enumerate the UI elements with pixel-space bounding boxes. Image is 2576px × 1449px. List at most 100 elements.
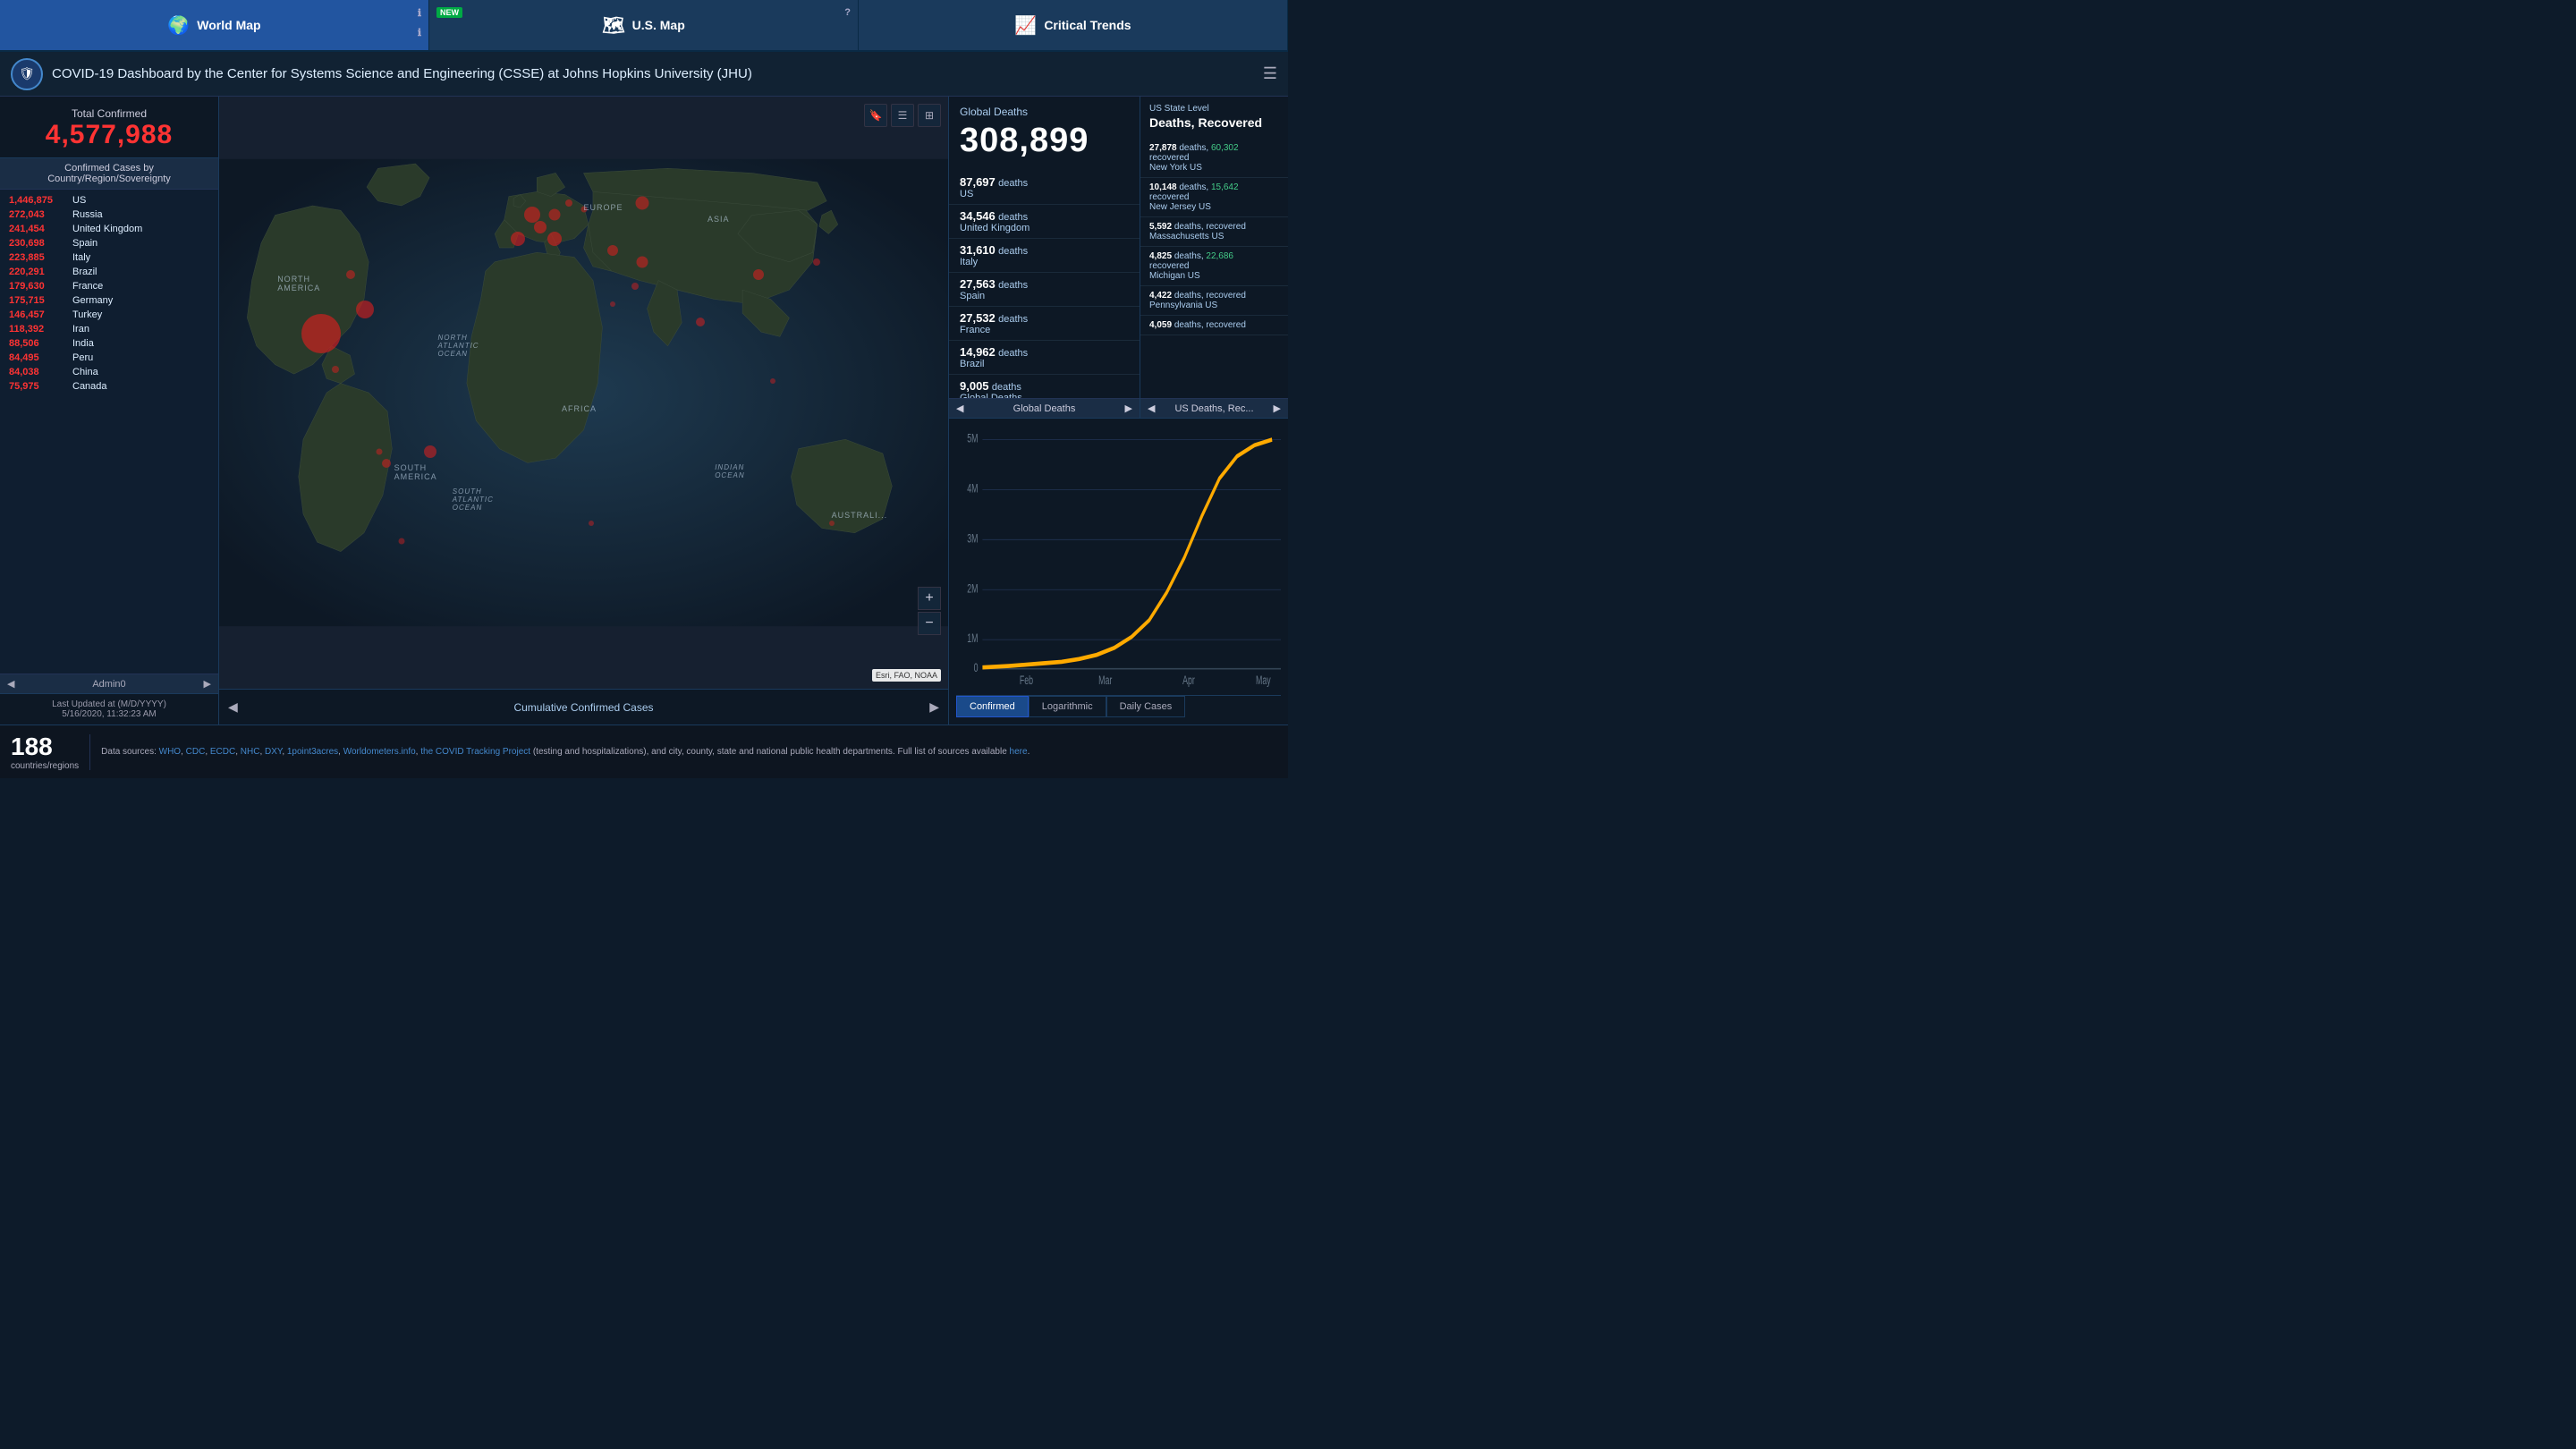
list-item[interactable]: 14,962 deaths Brazil (949, 341, 1140, 375)
country-num: 1,446,875 (9, 195, 67, 206)
state-name: Massachusetts US (1149, 232, 1279, 242)
top-nav: 🌍 World Map ℹ ℹ NEW 🗺 U.S. Map ? 📈 Criti… (0, 0, 1288, 52)
country-num: 88,506 (9, 338, 67, 349)
country-list: 1,446,875 US 272,043 Russia 241,454 Unit… (0, 190, 218, 674)
list-item[interactable]: 75,975 Canada (0, 379, 218, 394)
svg-text:Feb: Feb (1020, 674, 1033, 688)
list-item[interactable]: 9,005 deaths Global Deaths (949, 375, 1140, 398)
state-deaths: 4,059 (1149, 320, 1172, 330)
map-prev-arrow[interactable]: ◀ (228, 699, 238, 715)
esri-credit: Esri, FAO, NOAA (872, 669, 941, 682)
zoom-out-button[interactable]: − (918, 612, 941, 635)
chart-tab-logarithmic[interactable]: Logarithmic (1029, 696, 1106, 717)
death-label: deaths (998, 280, 1028, 291)
country-num: 223,885 (9, 252, 67, 263)
hamburger-menu[interactable]: ☰ (1263, 64, 1277, 83)
chart-tab-logarithmic-label: Logarithmic (1042, 701, 1093, 712)
info-icon-3[interactable]: ? (844, 7, 851, 18)
nav-tab-world-map[interactable]: 🌍 World Map ℹ ℹ (0, 0, 429, 50)
main-layout: Total Confirmed 4,577,988 Confirmed Case… (0, 97, 1288, 724)
info-icon-2[interactable]: ℹ (418, 27, 421, 38)
list-item[interactable]: 87,697 deaths US (949, 171, 1140, 205)
svg-text:1M: 1M (967, 631, 978, 646)
death-label: deaths (998, 348, 1028, 359)
nav-tab-us-map[interactable]: NEW 🗺 U.S. Map ? (429, 0, 859, 50)
cdc-link[interactable]: CDC (186, 747, 206, 757)
grid-tool[interactable]: ⊞ (918, 104, 941, 127)
worldometers-link[interactable]: Worldometers.info (343, 747, 416, 757)
list-tool[interactable]: ☰ (891, 104, 914, 127)
list-item[interactable]: 230,698 Spain (0, 236, 218, 250)
list-item[interactable]: 5,592 deaths, recovered Massachusetts US (1140, 217, 1288, 247)
who-link[interactable]: WHO (159, 747, 181, 757)
footer-divider (89, 734, 90, 770)
list-item[interactable]: 88,506 India (0, 336, 218, 351)
country-num: 75,975 (9, 381, 67, 392)
state-recovered-label: recovered (1149, 153, 1279, 163)
ecdc-link[interactable]: ECDC (210, 747, 235, 757)
footer-bar: 188 countries/regions Data sources: WHO,… (0, 724, 1288, 778)
list-item[interactable]: 4,059 deaths, recovered (1140, 316, 1288, 335)
info-icon-1[interactable]: ℹ (418, 7, 421, 19)
list-item[interactable]: 223,885 Italy (0, 250, 218, 265)
bookmark-tool[interactable]: 🔖 (864, 104, 887, 127)
countries-header: Confirmed Cases byCountry/Region/Soverei… (0, 158, 218, 190)
us-state-prev[interactable]: ◀ (1148, 402, 1155, 414)
map-next-arrow[interactable]: ▶ (929, 699, 939, 715)
list-item[interactable]: 27,563 deaths Spain (949, 273, 1140, 307)
list-item[interactable]: 84,495 Peru (0, 351, 218, 365)
dxy-link[interactable]: DXY (265, 747, 282, 757)
map-toolbar: 🔖 ☰ ⊞ (864, 104, 941, 127)
country-name: US (72, 195, 86, 206)
nhc-link[interactable]: NHC (241, 747, 260, 757)
country-name: China (72, 367, 98, 377)
list-item[interactable]: 1,446,875 US (0, 193, 218, 208)
left-top: Total Confirmed 4,577,988 (0, 97, 218, 158)
list-item[interactable]: 179,630 France (0, 279, 218, 293)
list-item[interactable]: 175,715 Germany (0, 293, 218, 308)
admin-prev-arrow[interactable]: ◀ (7, 678, 14, 690)
list-item[interactable]: 10,148 deaths, 15,642 recovered New Jers… (1140, 178, 1288, 217)
list-item[interactable]: 34,546 deaths United Kingdom (949, 205, 1140, 239)
map-bottom-bar: ◀ Cumulative Confirmed Cases ▶ (219, 689, 948, 724)
chart-tab-daily-cases[interactable]: Daily Cases (1106, 696, 1186, 717)
list-item[interactable]: 241,454 United Kingdom (0, 222, 218, 236)
state-label: deaths, (1174, 291, 1207, 301)
country-num: 84,038 (9, 367, 67, 377)
list-item[interactable]: 220,291 Brazil (0, 265, 218, 279)
us-state-next[interactable]: ▶ (1274, 402, 1281, 414)
state-recovered-label: recovered (1149, 192, 1279, 202)
list-item[interactable]: 27,532 deaths France (949, 307, 1140, 341)
death-label: deaths (992, 382, 1021, 393)
covid-tracking-link[interactable]: the COVID Tracking Project (420, 747, 530, 757)
deaths-list: 87,697 deaths US 34,546 deaths United Ki… (949, 167, 1140, 398)
admin-next-arrow[interactable]: ▶ (204, 678, 211, 690)
list-item[interactable]: 84,038 China (0, 365, 218, 379)
1point3acres-link[interactable]: 1point3acres (287, 747, 338, 757)
list-item[interactable]: 4,825 deaths, 22,686 recovered Michigan … (1140, 247, 1288, 286)
global-deaths-next[interactable]: ▶ (1125, 402, 1132, 414)
country-name: Iran (72, 324, 89, 335)
header-title: COVID-19 Dashboard by the Center for Sys… (52, 66, 1254, 81)
zoom-in-button[interactable]: + (918, 587, 941, 610)
list-item[interactable]: 118,392 Iran (0, 322, 218, 336)
state-recovered-label: recovered (1149, 261, 1279, 271)
chart-tab-confirmed[interactable]: Confirmed (956, 696, 1029, 717)
here-link[interactable]: here (1010, 747, 1028, 757)
svg-text:Mar: Mar (1098, 674, 1112, 688)
svg-text:3M: 3M (967, 531, 978, 546)
global-deaths-prev[interactable]: ◀ (956, 402, 963, 414)
death-label: deaths (998, 178, 1028, 189)
world-map-icon: 🌍 (167, 14, 190, 37)
state-name: New York US (1149, 163, 1279, 173)
map-zoom-controls: + − (918, 587, 941, 635)
list-item[interactable]: 272,043 Russia (0, 208, 218, 222)
list-item[interactable]: 31,610 deaths Italy (949, 239, 1140, 273)
list-item[interactable]: 27,878 deaths, 60,302 recovered New York… (1140, 139, 1288, 178)
nav-tab-critical-trends[interactable]: 📈 Critical Trends (859, 0, 1288, 50)
us-state-nav: ◀ US Deaths, Rec... ▶ (1140, 398, 1288, 418)
list-item[interactable]: 146,457 Turkey (0, 308, 218, 322)
svg-text:4M: 4M (967, 482, 978, 496)
list-item[interactable]: 4,422 deaths, recovered Pennsylvania US (1140, 286, 1288, 316)
map-container[interactable]: NORTHAMERICA SOUTHAMERICA EUROPE AFRICA … (219, 97, 948, 689)
